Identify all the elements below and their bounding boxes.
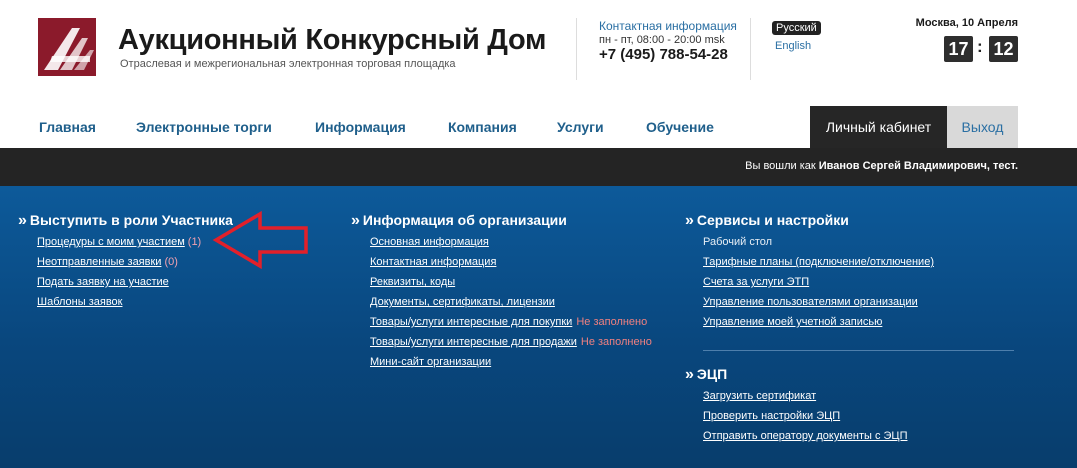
link-etp-invoices[interactable]: Счета за услуги ЭТП xyxy=(703,276,809,288)
link-contact-info[interactable]: Контактная информация xyxy=(370,256,496,268)
section-organization: » Информация об организации xyxy=(351,212,567,230)
contact-phone: +7 (495) 788-54-28 xyxy=(599,46,728,63)
contact-hours: пн - пт, 08:00 - 20:00 msk xyxy=(599,34,725,46)
clock-hours: 17 xyxy=(944,36,973,62)
clock-separator: : xyxy=(977,37,983,56)
section-services: » Сервисы и настройки xyxy=(685,212,849,230)
double-chevron-icon: » xyxy=(685,212,694,229)
header-divider xyxy=(576,18,577,80)
site-logo[interactable] xyxy=(38,18,96,76)
nav-information[interactable]: Информация xyxy=(315,119,406,135)
logout-button[interactable]: Выход xyxy=(947,106,1018,148)
lang-ru-active[interactable]: Русский xyxy=(772,21,821,35)
contact-info-link[interactable]: Контактная информация xyxy=(599,19,737,33)
link-label[interactable]: Товары/услуги интересные для продажи xyxy=(370,336,577,348)
nav-e-trading[interactable]: Электронные торги xyxy=(136,119,272,135)
status-not-filled: Не заполнено xyxy=(580,336,652,348)
link-manage-users[interactable]: Управление пользователями организации xyxy=(703,296,918,308)
date-location: Москва, 10 Апреля xyxy=(915,17,1018,29)
link-label[interactable]: Неотправленные заявки xyxy=(37,256,161,268)
section-title: Сервисы и настройки xyxy=(696,212,849,228)
link-unsent-applications[interactable]: Неотправленные заявки (0) xyxy=(37,256,178,268)
count-badge: (1) xyxy=(187,236,202,248)
current-desktop: Рабочий стол xyxy=(703,236,773,248)
link-basic-info[interactable]: Основная информация xyxy=(370,236,489,248)
link-label[interactable]: Товары/услуги интересные для покупки xyxy=(370,316,572,328)
link-manage-account[interactable]: Управление моей учетной записью xyxy=(703,316,882,328)
section-participant: » Выступить в роли Участника xyxy=(18,212,233,230)
site-title[interactable]: Аукционный Конкурсный Дом xyxy=(118,24,546,57)
site-subtitle: Отраслевая и межрегиональная электронная… xyxy=(120,58,456,70)
count-badge: (0) xyxy=(164,256,178,268)
link-documents[interactable]: Документы, сертификаты, лицензии xyxy=(370,296,555,308)
link-upload-certificate[interactable]: Загрузить сертификат xyxy=(703,390,816,402)
double-chevron-icon: » xyxy=(685,366,694,383)
section-title: Выступить в роли Участника xyxy=(29,212,233,228)
link-submit-application[interactable]: Подать заявку на участие xyxy=(37,276,169,288)
link-label[interactable]: Процедуры с моим участием xyxy=(37,236,185,248)
link-goods-purchase[interactable]: Товары/услуги интересные для покупки Не з… xyxy=(370,316,647,328)
nav-services[interactable]: Услуги xyxy=(557,119,604,135)
double-chevron-icon: » xyxy=(18,212,27,229)
logged-in-user: Иванов Сергей Владимирович, тест. xyxy=(818,160,1018,172)
lang-en-link[interactable]: English xyxy=(775,40,811,52)
nav-personal-cabinet[interactable]: Личный кабинет xyxy=(810,106,947,148)
link-mini-site[interactable]: Мини-сайт организации xyxy=(370,356,491,368)
status-not-filled: Не заполнено xyxy=(576,316,648,328)
link-send-documents-ecp[interactable]: Отправить оператору документы с ЭЦП xyxy=(703,430,907,442)
link-tariff-plans[interactable]: Тарифные планы (подключение/отключение) xyxy=(703,256,934,268)
logo-mark-icon xyxy=(38,18,96,76)
nav-company[interactable]: Компания xyxy=(448,119,517,135)
link-my-procedures[interactable]: Процедуры с моим участием (1) xyxy=(37,236,201,248)
link-check-ecp-settings[interactable]: Проверить настройки ЭЦП xyxy=(703,410,840,422)
section-divider xyxy=(703,350,1014,351)
logged-in-prefix: Вы вошли как xyxy=(745,160,819,172)
logged-in-as: Вы вошли как Иванов Сергей Владимирович,… xyxy=(745,160,1018,172)
user-bar: Вы вошли как Иванов Сергей Владимирович,… xyxy=(0,148,1077,186)
annotation-arrow-icon xyxy=(212,210,308,270)
section-title: Информация об организации xyxy=(362,212,567,228)
header-divider xyxy=(750,18,751,80)
section-ecp: » ЭЦП xyxy=(685,366,727,384)
link-goods-sale[interactable]: Товары/услуги интересные для продажи Не з… xyxy=(370,336,652,348)
section-title: ЭЦП xyxy=(696,366,728,382)
double-chevron-icon: » xyxy=(351,212,360,229)
link-requisites[interactable]: Реквизиты, коды xyxy=(370,276,455,288)
nav-home[interactable]: Главная xyxy=(39,119,96,135)
clock-minutes: 12 xyxy=(989,36,1018,62)
link-application-templates[interactable]: Шаблоны заявок xyxy=(37,296,122,308)
nav-training[interactable]: Обучение xyxy=(646,119,714,135)
